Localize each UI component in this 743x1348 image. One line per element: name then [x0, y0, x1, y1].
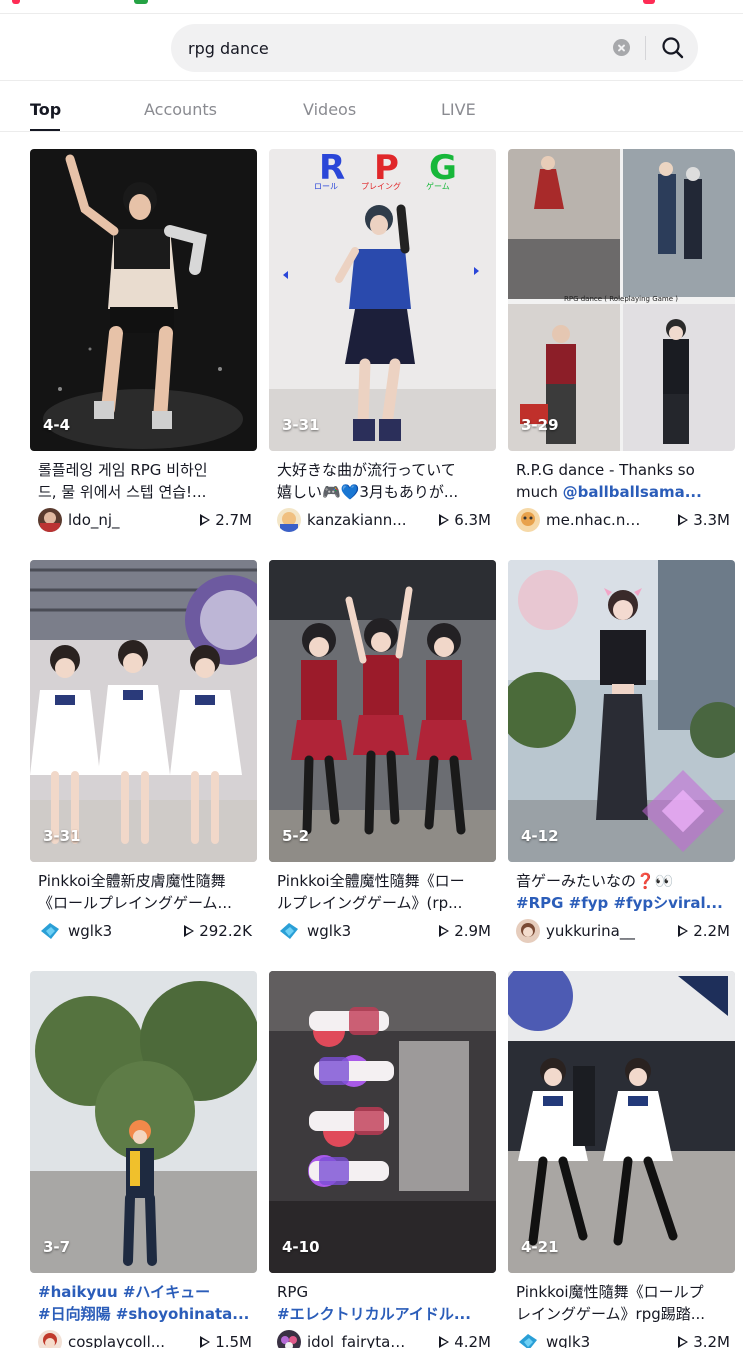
username[interactable]: me.nhac.nh...: [546, 511, 646, 529]
thumb-caption: RPG dance ( Roleplaying Game ): [564, 295, 678, 303]
video-meta: yukkurina__ 2.2M: [516, 918, 730, 944]
search-bar: [171, 24, 698, 72]
view-count: 292.2K: [184, 922, 252, 940]
video-date: 4-4: [43, 416, 71, 434]
view-count: 1.5M: [200, 1333, 252, 1348]
video-date: 4-12: [521, 827, 559, 845]
video-date: 3-29: [521, 416, 559, 434]
video-description[interactable]: Pinkkoi魔性隨舞《ロールプ レイングゲーム》rpg踢踏...: [516, 1281, 730, 1325]
video-thumbnail[interactable]: 3-7: [30, 971, 257, 1273]
play-icon: [678, 1336, 689, 1348]
username[interactable]: wglk3: [546, 1333, 646, 1348]
video-meta: wglk3 292.2K: [38, 918, 252, 944]
view-count: 4.2M: [439, 1333, 491, 1348]
avatar[interactable]: [277, 1330, 301, 1348]
play-icon: [200, 514, 211, 526]
mention-link[interactable]: @ballballsama...: [563, 483, 702, 501]
video-date: 5-2: [282, 827, 310, 845]
username[interactable]: idol_fairytales: [307, 1333, 407, 1348]
avatar[interactable]: [277, 919, 301, 943]
thumb-sub: プレイング: [361, 181, 401, 191]
avatar[interactable]: [38, 919, 62, 943]
tab-live[interactable]: LIVE: [441, 100, 476, 119]
video-meta: wglk3 3.2M: [516, 1329, 730, 1348]
video-date: 3-31: [43, 827, 81, 845]
video-thumbnail[interactable]: 4-21: [508, 971, 735, 1273]
video-thumbnail[interactable]: 4-10: [269, 971, 496, 1273]
video-description[interactable]: #haikyuu #ハイキュー #日向翔陽 #shoyohinata...: [38, 1281, 252, 1325]
play-icon: [439, 514, 450, 526]
username[interactable]: wglk3: [68, 922, 168, 940]
username[interactable]: yukkurina__: [546, 922, 646, 940]
video-thumbnail[interactable]: R P G ロール プレイング ゲーム 3-31: [269, 149, 496, 451]
avatar[interactable]: [516, 508, 540, 532]
video-meta: ldo_nj_ 2.7M: [38, 507, 252, 533]
video-date: 4-10: [282, 1238, 320, 1256]
play-icon: [678, 514, 689, 526]
video-description[interactable]: Pinkkoi全體魔性隨舞《ロー ルプレイングゲーム》(rp...: [277, 870, 491, 914]
status-strip: [0, 0, 743, 14]
avatar[interactable]: [38, 1330, 62, 1348]
clear-icon[interactable]: [613, 39, 630, 56]
video-meta: me.nhac.nh... 3.3M: [516, 507, 730, 533]
thumb-sub: ロール: [314, 182, 338, 191]
video-date: 3-7: [43, 1238, 71, 1256]
search-divider: [645, 36, 646, 60]
view-count: 2.7M: [200, 511, 252, 529]
username[interactable]: cosplaycoll...: [68, 1333, 168, 1348]
play-icon: [439, 1336, 450, 1348]
header-divider: [0, 80, 743, 81]
video-date: 4-21: [521, 1238, 559, 1256]
tab-videos[interactable]: Videos: [303, 100, 356, 119]
tab-active-indicator: [30, 129, 60, 131]
video-thumbnail[interactable]: 4-4: [30, 149, 257, 451]
avatar[interactable]: [38, 508, 62, 532]
search-icon[interactable]: [659, 34, 687, 62]
view-count: 6.3M: [439, 511, 491, 529]
video-thumbnail[interactable]: RPG dance ( Roleplaying Game ) 3-29: [508, 149, 735, 451]
video-thumbnail[interactable]: 5-2: [269, 560, 496, 862]
video-description[interactable]: 音ゲーみたいなの❓👀 #RPG #fyp #fypシviral...: [516, 870, 730, 914]
video-description[interactable]: R.P.G dance - Thanks so much @ballballsa…: [516, 459, 730, 503]
video-date: 3-31: [282, 416, 320, 434]
view-count: 3.3M: [678, 511, 730, 529]
video-description[interactable]: 大好きな曲が流行っていて 嬉しい🎮💙3月もありが...: [277, 459, 491, 503]
video-description[interactable]: Pinkkoi全體新皮膚魔性隨舞 《ロールプレイングゲーム...: [38, 870, 252, 914]
video-description[interactable]: 롤플레잉 게임 RPG 비하인 드, 물 위에서 스텝 연습!...: [38, 459, 252, 503]
tab-accounts[interactable]: Accounts: [144, 100, 217, 119]
avatar[interactable]: [516, 1330, 540, 1348]
video-thumbnail[interactable]: 3-31: [30, 560, 257, 862]
play-icon: [678, 925, 689, 937]
username[interactable]: ldo_nj_: [68, 511, 168, 529]
play-icon: [439, 925, 450, 937]
search-tabs: Top Accounts Videos LIVE: [0, 82, 743, 132]
tab-top[interactable]: Top: [30, 100, 61, 119]
view-count: 2.2M: [678, 922, 730, 940]
video-meta: cosplaycoll... 1.5M: [38, 1329, 252, 1348]
play-icon: [184, 925, 195, 937]
video-meta: idol_fairytales 4.2M: [277, 1329, 491, 1348]
avatar[interactable]: [277, 508, 301, 532]
avatar[interactable]: [516, 919, 540, 943]
search-input[interactable]: [188, 24, 608, 72]
view-count: 2.9M: [439, 922, 491, 940]
video-meta: kanzakiann... 6.3M: [277, 507, 491, 533]
username[interactable]: kanzakiann...: [307, 511, 407, 529]
thumb-sub: ゲーム: [426, 181, 450, 191]
video-description[interactable]: RPG #エレクトリカルアイドル...: [277, 1281, 491, 1325]
video-meta: wglk3 2.9M: [277, 918, 491, 944]
view-count: 3.2M: [678, 1333, 730, 1348]
play-icon: [200, 1336, 211, 1348]
video-thumbnail[interactable]: 4-12: [508, 560, 735, 862]
username[interactable]: wglk3: [307, 922, 407, 940]
